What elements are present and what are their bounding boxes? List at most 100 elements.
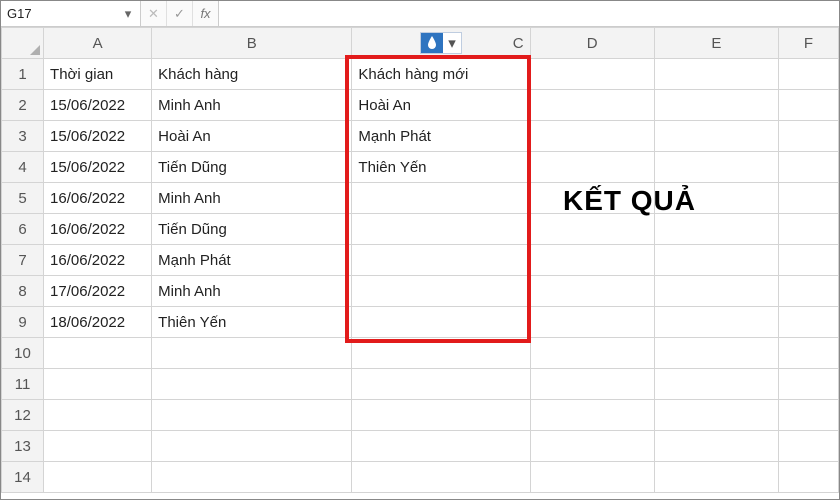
formula-input[interactable] bbox=[219, 1, 839, 26]
row-header[interactable]: 7 bbox=[2, 245, 44, 276]
row-header[interactable]: 13 bbox=[2, 431, 44, 462]
cell[interactable]: Tiến Dũng bbox=[152, 152, 352, 183]
cell[interactable]: 16/06/2022 bbox=[44, 214, 152, 245]
cell[interactable]: 18/06/2022 bbox=[44, 307, 152, 338]
cell[interactable]: Minh Anh bbox=[152, 183, 352, 214]
cell[interactable] bbox=[654, 90, 778, 121]
cell[interactable] bbox=[530, 400, 654, 431]
cell[interactable] bbox=[778, 214, 838, 245]
column-header-F[interactable]: F bbox=[778, 28, 838, 59]
cell[interactable] bbox=[530, 338, 654, 369]
cell[interactable] bbox=[152, 431, 352, 462]
cell[interactable] bbox=[778, 59, 838, 90]
row-header[interactable]: 1 bbox=[2, 59, 44, 90]
cell[interactable] bbox=[44, 400, 152, 431]
cell[interactable]: 16/06/2022 bbox=[44, 183, 152, 214]
cell[interactable] bbox=[352, 276, 530, 307]
cell[interactable] bbox=[530, 276, 654, 307]
cell[interactable] bbox=[44, 462, 152, 493]
cell[interactable] bbox=[152, 338, 352, 369]
cell[interactable] bbox=[152, 400, 352, 431]
cell[interactable] bbox=[530, 90, 654, 121]
cell[interactable]: 17/06/2022 bbox=[44, 276, 152, 307]
cell[interactable] bbox=[530, 462, 654, 493]
cell[interactable] bbox=[778, 276, 838, 307]
cell[interactable] bbox=[352, 400, 530, 431]
row-header[interactable]: 8 bbox=[2, 276, 44, 307]
cell[interactable] bbox=[654, 245, 778, 276]
chevron-down-icon[interactable]: ▾ bbox=[443, 34, 461, 52]
cell[interactable] bbox=[654, 338, 778, 369]
cell[interactable] bbox=[352, 462, 530, 493]
select-all-corner[interactable] bbox=[2, 28, 44, 59]
cell[interactable]: Minh Anh bbox=[152, 276, 352, 307]
cell[interactable] bbox=[778, 369, 838, 400]
cell[interactable]: Tiến Dũng bbox=[152, 214, 352, 245]
column-header-C[interactable]: C ▾ bbox=[352, 28, 530, 59]
chevron-down-icon[interactable]: ▾ bbox=[122, 8, 134, 20]
row-header[interactable]: 14 bbox=[2, 462, 44, 493]
cell[interactable] bbox=[778, 400, 838, 431]
cell[interactable] bbox=[778, 183, 838, 214]
cell[interactable] bbox=[654, 307, 778, 338]
cell[interactable] bbox=[778, 245, 838, 276]
confirm-button[interactable]: ✓ bbox=[167, 1, 193, 26]
cell[interactable] bbox=[352, 431, 530, 462]
cell[interactable] bbox=[44, 338, 152, 369]
cell[interactable]: Thời gian bbox=[44, 59, 152, 90]
cell[interactable]: 15/06/2022 bbox=[44, 121, 152, 152]
cell[interactable] bbox=[152, 462, 352, 493]
cell[interactable] bbox=[654, 59, 778, 90]
cell[interactable] bbox=[654, 462, 778, 493]
cell[interactable] bbox=[530, 369, 654, 400]
cell[interactable] bbox=[352, 214, 530, 245]
cell[interactable] bbox=[778, 90, 838, 121]
cell[interactable] bbox=[654, 369, 778, 400]
column-header-D[interactable]: D bbox=[530, 28, 654, 59]
cell[interactable] bbox=[778, 431, 838, 462]
row-header[interactable]: 3 bbox=[2, 121, 44, 152]
row-header[interactable]: 6 bbox=[2, 214, 44, 245]
cell[interactable] bbox=[352, 245, 530, 276]
row-header[interactable]: 4 bbox=[2, 152, 44, 183]
cell[interactable] bbox=[530, 59, 654, 90]
cell[interactable] bbox=[778, 462, 838, 493]
cell[interactable] bbox=[352, 183, 530, 214]
cell[interactable]: Hoài An bbox=[152, 121, 352, 152]
cell[interactable]: Minh Anh bbox=[152, 90, 352, 121]
cell[interactable]: 16/06/2022 bbox=[44, 245, 152, 276]
row-header[interactable]: 10 bbox=[2, 338, 44, 369]
cell[interactable]: Khách hàng mới bbox=[352, 59, 530, 90]
row-header[interactable]: 11 bbox=[2, 369, 44, 400]
column-header-B[interactable]: B bbox=[152, 28, 352, 59]
cell[interactable] bbox=[530, 307, 654, 338]
cell-grid[interactable]: A B C ▾ D E F bbox=[1, 27, 839, 493]
flash-fill-button[interactable]: ▾ bbox=[420, 32, 462, 54]
cell[interactable] bbox=[530, 121, 654, 152]
cell[interactable] bbox=[778, 307, 838, 338]
row-header[interactable]: 2 bbox=[2, 90, 44, 121]
column-header-E[interactable]: E bbox=[654, 28, 778, 59]
cell[interactable]: 15/06/2022 bbox=[44, 90, 152, 121]
cell[interactable] bbox=[654, 431, 778, 462]
cell[interactable] bbox=[352, 338, 530, 369]
cell[interactable] bbox=[654, 400, 778, 431]
cell[interactable]: Thiên Yến bbox=[152, 307, 352, 338]
cell[interactable] bbox=[530, 431, 654, 462]
cell[interactable] bbox=[778, 152, 838, 183]
cell[interactable]: Hoài An bbox=[352, 90, 530, 121]
cell[interactable] bbox=[654, 276, 778, 307]
cell[interactable]: Khách hàng bbox=[152, 59, 352, 90]
cell[interactable] bbox=[778, 121, 838, 152]
cell[interactable] bbox=[152, 369, 352, 400]
cell[interactable] bbox=[44, 431, 152, 462]
cell[interactable] bbox=[530, 214, 654, 245]
cell[interactable]: Thiên Yến bbox=[352, 152, 530, 183]
insert-function-button[interactable]: fx bbox=[193, 1, 219, 26]
cell[interactable] bbox=[654, 121, 778, 152]
cell[interactable] bbox=[654, 152, 778, 183]
cell[interactable]: Mạnh Phát bbox=[152, 245, 352, 276]
cancel-button[interactable]: ✕ bbox=[141, 1, 167, 26]
row-header[interactable]: 9 bbox=[2, 307, 44, 338]
cell[interactable] bbox=[778, 338, 838, 369]
